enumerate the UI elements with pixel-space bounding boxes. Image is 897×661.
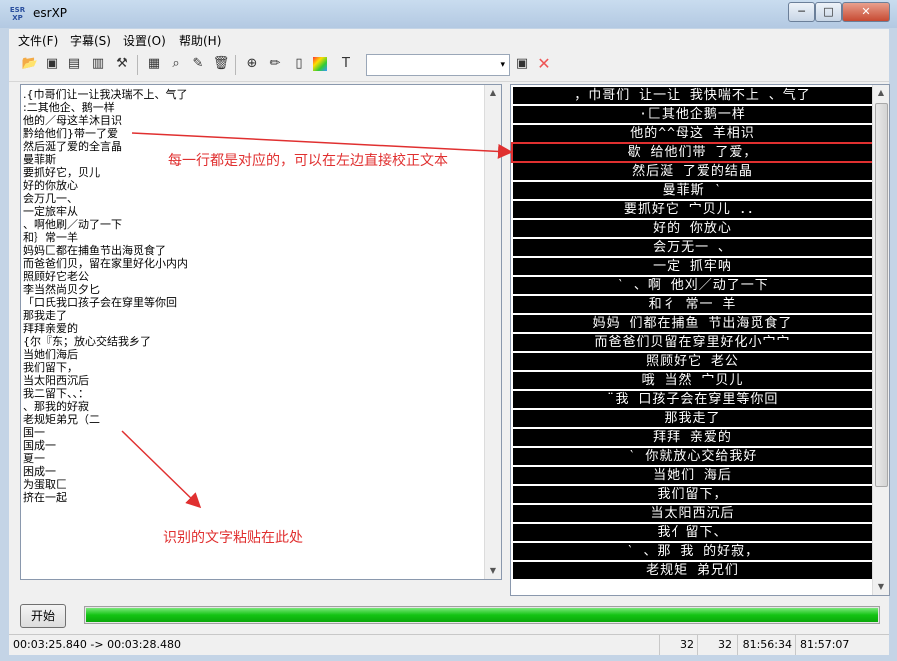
editor-scrollbar[interactable]: ▲ ▼ (484, 85, 501, 579)
edit-icon[interactable]: ✎ (189, 55, 207, 73)
annotation-bottom: 识别的文字粘贴在此处 (163, 530, 303, 546)
find-icon[interactable]: ⌕ (167, 55, 185, 73)
subtitle-row[interactable]: 和彳 常一 羊 (513, 296, 872, 313)
subtitle-row[interactable]: 我亻留下、 (513, 524, 872, 541)
annotation-top: 每一行都是对应的，可以在左边直接校正文本 (168, 153, 448, 169)
status-count-a: 32 (659, 635, 698, 655)
film-icon[interactable]: ▦ (145, 55, 163, 73)
subtitle-row[interactable]: 而爸爸们贝留在穿里好化小宀宀 (513, 334, 872, 351)
open-icon[interactable]: 📂 (21, 55, 39, 73)
toolbar-separator (137, 55, 138, 75)
chevron-down-icon[interactable]: ▾ (500, 55, 505, 75)
subtitle-row[interactable]: 拜拜 亲爱的 (513, 429, 872, 446)
subtitle-row[interactable]: 好的 你放心 (513, 220, 872, 237)
zoom-icon[interactable]: ⊕ (243, 55, 261, 73)
subtitle-row[interactable]: 照顾好它 老公 (513, 353, 872, 370)
subtitle-row[interactable]: 歇 给他们带 了爱， (511, 142, 874, 163)
subtitle-scrollbar[interactable]: ▲ ▼ (872, 85, 889, 595)
subtitle-combo[interactable]: ▾ (366, 54, 510, 76)
subtitle-row[interactable]: 妈妈 们都在捕鱼 节出海觅食了 (513, 315, 872, 332)
app-logo-icon: ESR XP (9, 6, 26, 22)
color-icon[interactable] (313, 57, 327, 71)
close-icon[interactable]: ✕ (535, 55, 553, 73)
menu-help[interactable]: 帮助(H) (179, 32, 221, 49)
status-bar: 00:03:25.840 -> 00:03:28.480 32 32 81:56… (9, 634, 889, 655)
subtitle-row[interactable]: 他的^^母这 羊相识 (513, 125, 872, 142)
close-button[interactable]: ✕ (842, 2, 890, 22)
status-count-b: 32 (697, 635, 736, 655)
subtitle-row[interactable]: 我们留下， (513, 486, 872, 503)
progress-fill (86, 608, 878, 622)
status-time-a: 81:56:34 (737, 635, 796, 655)
status-time-b: 81:57:07 (795, 635, 884, 655)
progress-bar (84, 606, 880, 624)
subtitle-row[interactable]: 当太阳西沉后 (513, 505, 872, 522)
save-icon[interactable]: ▣ (43, 55, 61, 73)
subtitle-row[interactable]: 会万无一 、 (513, 239, 872, 256)
subtitle-row[interactable]: 要抓好它 宀贝儿 ．． (513, 201, 872, 218)
scroll-thumb[interactable] (875, 103, 888, 487)
maximize-button[interactable]: □ (815, 2, 842, 22)
status-time-range: 00:03:25.840 -> 00:03:28.480 (13, 638, 181, 651)
subtitle-row[interactable]: ，巾哥们 让一让 我快喘不上 、气了 (513, 87, 872, 104)
toolbar-separator (235, 55, 236, 75)
scroll-down-icon[interactable]: ▼ (486, 564, 500, 578)
menu-bar: 文件(F) 字幕(S) 设置(O) 帮助(H) (9, 29, 889, 49)
scroll-up-icon[interactable]: ▲ (486, 86, 500, 100)
subtitle-row[interactable]: 当她们 海后 (513, 467, 872, 484)
menu-subtitle[interactable]: 字幕(S) (70, 32, 111, 49)
scroll-up-icon[interactable]: ▲ (874, 86, 888, 100)
menu-settings[interactable]: 设置(O) (123, 32, 166, 49)
menu-file[interactable]: 文件(F) (18, 32, 58, 49)
text-icon[interactable]: T (337, 55, 355, 73)
subtitle-image-list[interactable]: ，巾哥们 让一让 我快喘不上 、气了 ·匚其他企鹅一样 他的^^母这 羊相识歇 给他… (510, 84, 890, 596)
subtitle-row[interactable]: 哦 当然 宀贝儿 (513, 372, 872, 389)
subtitle-row[interactable]: ‵ 、啊 他刈／动了一下 (513, 277, 872, 294)
app-window: ESR XP esrXP ─ □ ✕ 文件(F) 字幕(S) 设置(O) 帮助(… (0, 0, 897, 661)
main-area: .{巾哥们让一让我决瑞不上、气了 :二其他企、鹅一样 他的／母这羊沐目识 黔给他… (9, 82, 890, 634)
subtitle-row[interactable]: 一定 抓牢呐 (513, 258, 872, 275)
scroll-down-icon[interactable]: ▼ (874, 580, 888, 594)
subtitle-row[interactable]: 然后涎 了爱的结晶 (513, 163, 872, 180)
export-icon[interactable]: ▥ (89, 55, 107, 73)
title-bar: ESR XP esrXP ─ □ ✕ (0, 0, 897, 28)
subtitle-row[interactable]: 那我走了 (513, 410, 872, 427)
document-icon[interactable]: ▯ (290, 55, 308, 73)
window-title: esrXP (33, 6, 68, 20)
trash-icon[interactable]: 🗑 (212, 55, 230, 73)
subtitle-row[interactable]: ‵ 、那 我 的好寂， (513, 543, 872, 560)
minimize-button[interactable]: ─ (788, 2, 815, 22)
subtitle-row[interactable]: 曼菲斯 ‵ (513, 182, 872, 199)
start-button[interactable]: 开始 (20, 604, 66, 628)
subtitle-row[interactable]: ‵ 你就放心交给我好 (513, 448, 872, 465)
subtitle-row[interactable]: ¨我 口孩子会在穿里等你回 (513, 391, 872, 408)
pencil-icon[interactable]: ✏ (266, 55, 284, 73)
save-icon[interactable]: ▣ (513, 55, 531, 73)
subtitle-row[interactable]: 老规矩 弟兄们 (513, 562, 872, 579)
tools-icon[interactable]: ⚒ (113, 55, 131, 73)
save-as-icon[interactable]: ▤ (65, 55, 83, 73)
subtitle-row[interactable]: ·匚其他企鹅一样 (513, 106, 872, 123)
toolbar: 📂 ▣ ▤ ▥ ⚒ ▦ ⌕ ✎ 🗑 ⊕ ✏ ▯ T ▾ ▣ ✕ (9, 49, 889, 82)
